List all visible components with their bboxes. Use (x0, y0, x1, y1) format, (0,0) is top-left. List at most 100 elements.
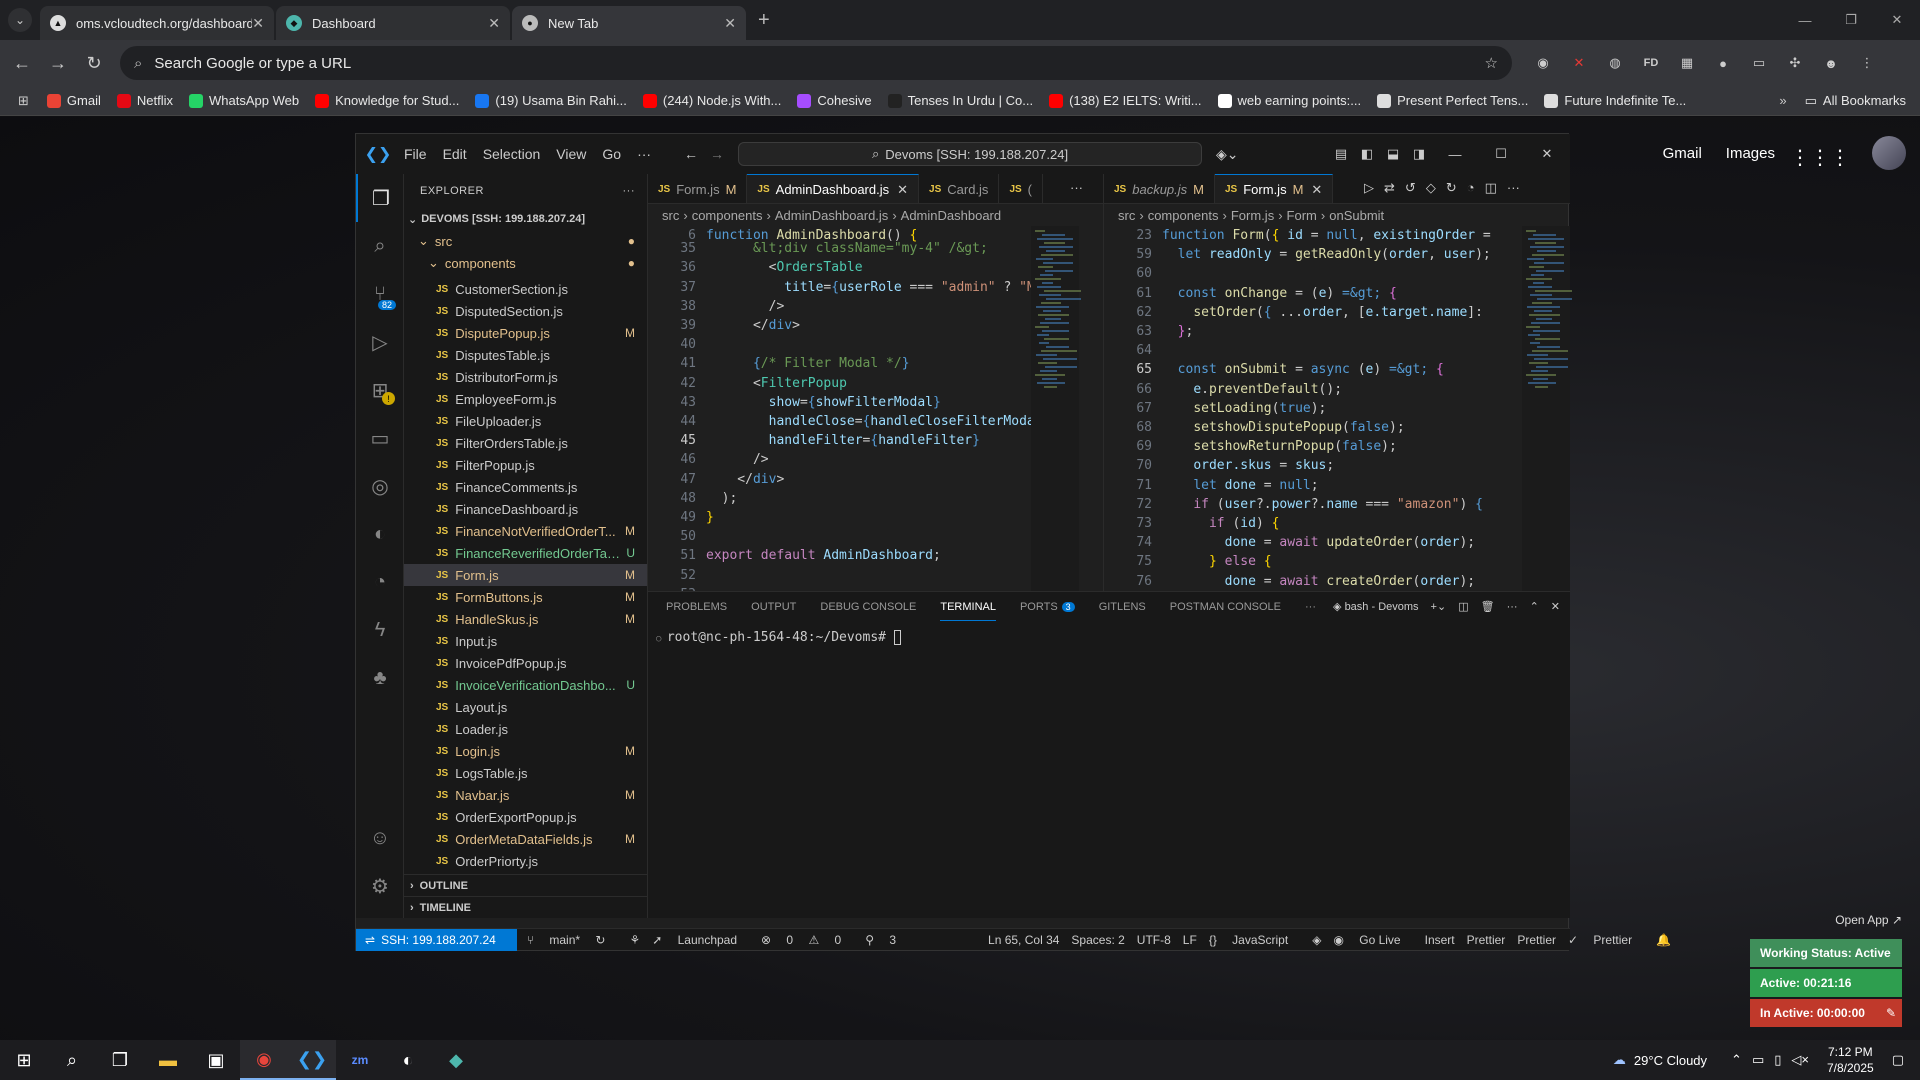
code-line[interactable]: /> (706, 297, 785, 316)
tab-search-icon[interactable]: ⌄ (8, 8, 32, 32)
search-icon[interactable]: ⌕ (48, 1040, 96, 1080)
run-debug-icon[interactable]: ▷ (356, 318, 404, 366)
code-line[interactable]: ); (706, 489, 738, 508)
copilot-icon[interactable]: ◈⌄ (1216, 146, 1239, 163)
breadcrumb-item[interactable]: AdminDashboard.js (775, 208, 888, 223)
left-code-editor[interactable]: 6 function AdminDashboard() {35 &lt;div c… (648, 226, 1031, 591)
edit-pencil-icon[interactable]: ✎ (1886, 1006, 1896, 1020)
remote-explorer-icon[interactable]: ▭ (356, 414, 404, 462)
editor-tab[interactable]: JS Form.js M ✕ (1215, 174, 1334, 203)
timeline-icon[interactable]: ◔ (1467, 180, 1475, 196)
code-line[interactable]: if (user?.power?.name === "amazon") { (1162, 495, 1483, 514)
more-actions-icon[interactable]: ··· (623, 185, 636, 197)
bookmark-item[interactable]: Present Perfect Tens... (1377, 93, 1528, 108)
source-control-icon[interactable]: ⑂ 82 (356, 270, 404, 318)
panel-tab-gitlens[interactable]: GITLENS (1099, 601, 1146, 613)
bash-terminal[interactable]: ◈ bash - Devoms (1333, 600, 1419, 613)
launchpad[interactable]: ➚ Launchpad (652, 933, 749, 947)
cursor-position[interactable]: Ln 65, Col 34 (988, 933, 1059, 947)
store-icon[interactable]: ▣ (192, 1040, 240, 1080)
file-item[interactable]: JS DisputesTable.js (404, 344, 647, 366)
breadcrumb-item[interactable]: Form (1287, 208, 1317, 223)
code-line[interactable]: setLoading(true); (1162, 399, 1326, 418)
zoom-icon[interactable]: zm (336, 1040, 384, 1080)
close-panel-icon[interactable]: ✕ (1551, 600, 1560, 613)
maximize-panel-icon[interactable]: ⌃ (1530, 600, 1539, 613)
profile-icon[interactable]: ☻ (1818, 50, 1844, 76)
minimize-icon[interactable]: — (1782, 0, 1828, 40)
timeline-section[interactable]: › TIMELINE (404, 896, 647, 918)
editor-tab[interactable]: JS Form.js M (648, 174, 748, 203)
menu-item-5[interactable]: ··· (637, 146, 651, 162)
file-item[interactable]: JS FinanceComments.js (404, 476, 647, 498)
all-bookmarks[interactable]: ▭ All Bookmarks (1805, 93, 1906, 109)
app-drop-icon[interactable]: ◐ (384, 1040, 432, 1080)
close-tab-icon[interactable]: ✕ (724, 15, 736, 32)
breadcrumb-item[interactable]: components (1148, 208, 1219, 223)
bookmark-item[interactable]: (19) Usama Bin Rahi... (475, 93, 627, 108)
file-item[interactable]: JS Layout.js (404, 696, 647, 718)
file-item[interactable]: JS DistributorForm.js (404, 366, 647, 388)
copilot-status-icon[interactable]: ◈ (1312, 933, 1321, 947)
problems-indicator[interactable]: ⊗ 0 ⚠ 0 (761, 933, 853, 947)
editor-tab[interactable]: JS ( (999, 174, 1044, 203)
toggle-sidebar-icon[interactable]: ◧ (1354, 146, 1380, 162)
close-window-icon[interactable]: ✕ (1874, 0, 1920, 40)
code-line[interactable]: setshowReturnPopup(false); (1162, 437, 1397, 456)
gmail-link[interactable]: Gmail (1663, 145, 1702, 162)
new-terminal-icon[interactable]: +⌄ (1431, 600, 1447, 613)
panel-more-icon[interactable]: ··· (1305, 601, 1316, 613)
bookmark-item[interactable]: Future Indefinite Te... (1544, 93, 1686, 108)
more-bookmarks-icon[interactable]: » (1779, 93, 1786, 108)
python-icon[interactable]: ♣ (356, 654, 404, 702)
forward-icon[interactable]: → (710, 146, 724, 162)
code-line[interactable]: handleFilter={handleFilter} (706, 431, 980, 450)
code-line[interactable]: }; (1162, 322, 1194, 341)
breadcrumb-item[interactable]: Form.js (1231, 208, 1274, 223)
bookmark-item[interactable]: Knowledge for Stud... (315, 93, 459, 108)
tray-expand-icon[interactable]: ⌃ (1731, 1052, 1742, 1068)
minimize-icon[interactable]: — (1432, 147, 1478, 162)
indentation[interactable]: Spaces: 2 (1071, 933, 1124, 947)
next-change-icon[interactable]: ↻ (1446, 180, 1457, 196)
code-line[interactable]: <FilterPopup (706, 374, 847, 393)
code-line[interactable]: let readOnly = getReadOnly(order, user); (1162, 245, 1491, 264)
tray-app-icon[interactable]: ▭ (1752, 1052, 1764, 1068)
notification-center-icon[interactable]: ▢ (1892, 1052, 1904, 1068)
code-line[interactable]: title={userRole === "admin" ? "M (706, 278, 1031, 297)
extensions-icon[interactable]: ⊞! (356, 366, 404, 414)
bookmark-item[interactable]: web earning points:... (1217, 93, 1361, 108)
menu-item-2[interactable]: Selection (483, 146, 541, 162)
file-item[interactable]: JS FilterOrdersTable.js (404, 432, 647, 454)
code-line[interactable]: </div> (706, 316, 800, 335)
customize-layout-icon[interactable]: ▤ (1328, 146, 1354, 162)
breadcrumb-item[interactable]: src (1118, 208, 1135, 223)
code-line[interactable]: show={showFilterModal} (706, 393, 941, 412)
browser-tab-oms[interactable]: ▲ oms.vcloudtech.org/dashboard ✕ (40, 6, 274, 40)
extension-x-icon[interactable]: ✕ (1566, 50, 1592, 76)
extension-circle-icon[interactable]: ● (1710, 50, 1736, 76)
bookmark-item[interactable]: WhatsApp Web (188, 93, 299, 108)
close-tab-icon[interactable]: ✕ (1311, 182, 1322, 198)
revert-icon[interactable]: ↺ (1405, 180, 1416, 196)
file-explorer-icon[interactable]: ▬ (144, 1040, 192, 1080)
panel-tab-debug-console[interactable]: DEBUG CONSOLE (820, 601, 916, 613)
bookmark-item[interactable]: Tenses In Urdu | Co... (887, 93, 1033, 108)
menu-item-3[interactable]: View (556, 146, 586, 162)
new-tab-icon[interactable]: + (758, 9, 770, 32)
bookmark-item[interactable]: Cohesive (797, 93, 872, 108)
more-actions-icon[interactable]: ··· (1507, 601, 1518, 613)
bookmark-item[interactable]: Gmail (46, 93, 101, 108)
code-line[interactable]: {/* Filter Modal */} (706, 354, 910, 373)
go-live[interactable]: ◉ Go Live (1333, 933, 1412, 947)
insert-mode[interactable]: Insert (1425, 933, 1455, 947)
file-item[interactable]: JS CustomerSection.js (404, 278, 647, 300)
editor-tab[interactable]: JS Card.js (919, 174, 1000, 203)
more-actions-icon[interactable]: ··· (1507, 180, 1520, 196)
code-line[interactable]: &lt;div className="my-4" /&gt; (706, 239, 988, 258)
code-line[interactable]: done = await createOrder(order); (1162, 572, 1475, 591)
clock[interactable]: 7:12 PM 7/8/2025 (1827, 1044, 1874, 1076)
toggle-secondary-sidebar-icon[interactable]: ◨ (1406, 146, 1432, 162)
compare-icon[interactable]: ⇄ (1384, 180, 1395, 196)
code-line[interactable]: handleClose={handleCloseFilterModa (706, 412, 1031, 431)
